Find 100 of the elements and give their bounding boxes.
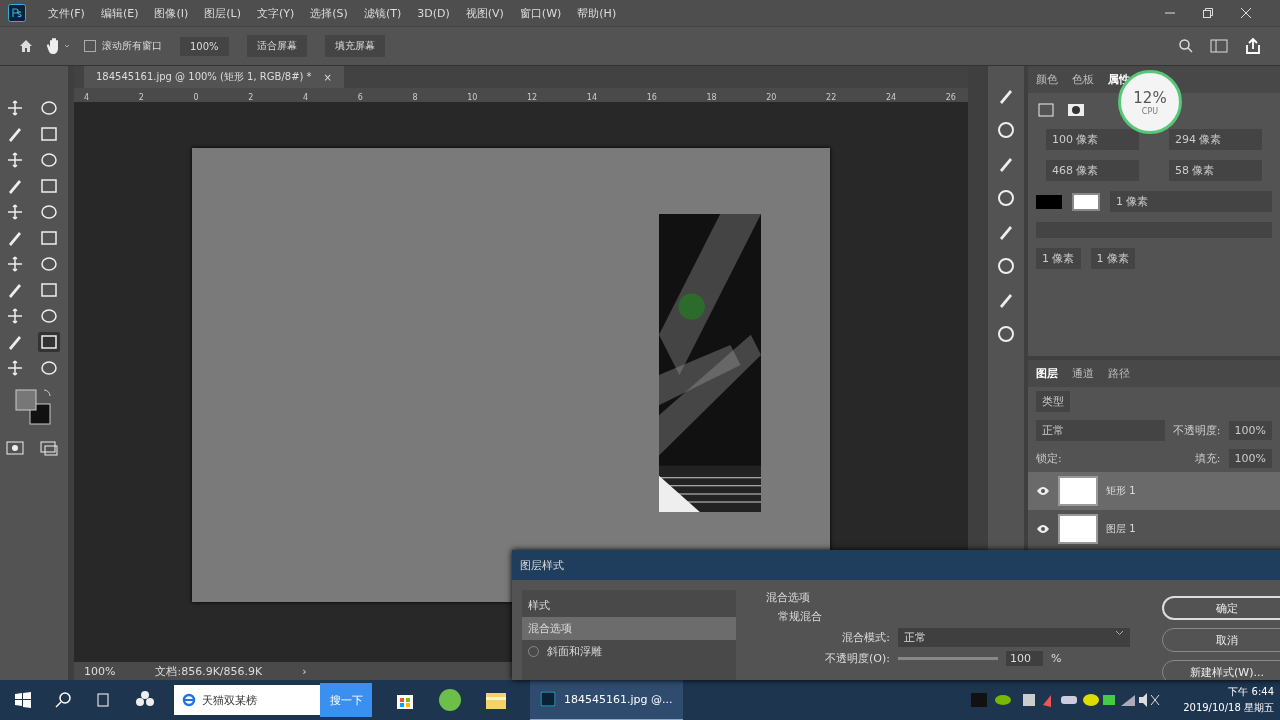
opacity-slider[interactable]: [898, 657, 998, 660]
document-tab[interactable]: 184545161.jpg @ 100% (矩形 1, RGB/8#) * ×: [84, 66, 344, 88]
corner-radius-field[interactable]: 1 像素: [1090, 248, 1135, 269]
scroll-all-checkbox[interactable]: 滚动所有窗口: [84, 39, 162, 53]
circle-app-icon[interactable]: [438, 688, 462, 712]
browser-icon: [182, 693, 196, 707]
tool-icon[interactable]: [38, 332, 60, 352]
dimension-field[interactable]: 468 像素: [1046, 160, 1139, 181]
status-arrow[interactable]: ›: [302, 664, 307, 678]
ruler-number: 12: [526, 93, 538, 102]
opacity-field[interactable]: 100%: [1228, 421, 1272, 440]
option-button[interactable]: 适合屏幕: [246, 35, 307, 57]
share-icon[interactable]: [1244, 37, 1262, 55]
panel-icon[interactable]: [996, 324, 1016, 344]
menu-item[interactable]: 文件(F): [42, 5, 91, 21]
subsection-title: 常规混合: [777, 609, 822, 624]
taskbar-app-button[interactable]: 184545161.jpg @...: [530, 679, 683, 720]
taskbar-search-field[interactable]: 天猫双某榜: [174, 685, 320, 715]
stroke-width-field[interactable]: 1 像素: [1110, 191, 1272, 212]
opacity-field[interactable]: 100: [1006, 651, 1043, 666]
corner-radius-field[interactable]: 1 像素: [1036, 248, 1081, 269]
clock-date[interactable]: 2019/10/18 星期五: [1183, 701, 1274, 715]
layer-filter-field[interactable]: 类型: [1036, 391, 1070, 412]
workspace-icon[interactable]: [1210, 38, 1228, 54]
dialog-button[interactable]: 新建样式(W)...: [1162, 660, 1280, 680]
panel-tab[interactable]: 颜色: [1036, 72, 1058, 87]
tool-icon[interactable]: [38, 306, 60, 326]
panel-tab[interactable]: 色板: [1072, 72, 1094, 87]
quick-mask-icon[interactable]: [4, 438, 26, 458]
tool-icon[interactable]: [38, 358, 60, 378]
tool-icon[interactable]: [38, 124, 60, 144]
lock-label: 锁定:: [1036, 451, 1062, 466]
search-icon[interactable]: [54, 691, 72, 709]
dimension-field[interactable]: 294 像素: [1169, 129, 1262, 150]
ruler-number: 10: [467, 93, 478, 102]
app-logo-icon[interactable]: [8, 4, 26, 22]
panel-tab[interactable]: 路径: [1108, 366, 1130, 381]
tool-icon[interactable]: [38, 280, 60, 300]
style-list-item[interactable]: 混合选项: [522, 617, 736, 640]
menu-item[interactable]: 视图(V): [459, 5, 510, 21]
search-button[interactable]: 搜一下: [320, 683, 372, 717]
cpu-label: CPU: [1141, 106, 1159, 116]
eye-icon[interactable]: [1036, 486, 1050, 496]
search-icon[interactable]: [1178, 38, 1194, 54]
home-icon[interactable]: [18, 38, 34, 54]
ruler-number: 26: [945, 93, 956, 102]
fill-field[interactable]: 100%: [1228, 449, 1272, 468]
stroke-swatch[interactable]: [1072, 192, 1100, 211]
panel-icon[interactable]: [996, 188, 1016, 208]
ruler-number: 4: [302, 93, 309, 102]
dimension-field[interactable]: 58 像素: [1169, 160, 1262, 181]
clock-time[interactable]: 下午 6:44: [1228, 685, 1274, 699]
tool-icon[interactable]: [38, 98, 60, 118]
close-icon[interactable]: [1240, 7, 1252, 19]
dialog-button[interactable]: 确定: [1162, 596, 1280, 620]
opacity-label: 不透明度(O):: [824, 651, 890, 666]
transform-icon[interactable]: [1036, 101, 1056, 119]
screen-mode-icon[interactable]: [38, 438, 60, 458]
zoom-level: 100%: [84, 664, 116, 678]
layer-row[interactable]: 矩形 1: [1028, 472, 1280, 510]
tool-icon[interactable]: [38, 202, 60, 222]
panel-tab[interactable]: 通道: [1072, 366, 1094, 381]
panel-tab[interactable]: 图层: [1036, 366, 1058, 381]
menu-item[interactable]: 图像(I): [148, 5, 195, 21]
dialog-button[interactable]: 取消: [1162, 628, 1280, 652]
blend-mode-dropdown[interactable]: 正常: [1036, 420, 1165, 441]
dimension-field[interactable]: 100 像素: [1046, 129, 1139, 150]
menu-item[interactable]: 选择(S): [304, 5, 354, 21]
hand-icon[interactable]: [46, 37, 72, 55]
eye-icon[interactable]: [1036, 524, 1050, 534]
option-button[interactable]: 100%: [180, 36, 229, 56]
ruler-number: 4: [84, 93, 90, 102]
menu-item[interactable]: 滤镜(T): [357, 5, 408, 21]
restore-icon[interactable]: [1202, 7, 1214, 19]
tool-icon[interactable]: [38, 176, 60, 196]
style-list-item[interactable]: 样式: [522, 594, 736, 617]
tool-icon[interactable]: [38, 254, 60, 274]
fill-swatch[interactable]: [1036, 194, 1062, 209]
style-list-item[interactable]: 斜面和浮雕: [522, 640, 736, 663]
start-icon[interactable]: [14, 691, 32, 709]
tool-icon[interactable]: [38, 150, 60, 170]
menu-item[interactable]: 图层(L): [198, 5, 247, 21]
blend-mode-dropdown[interactable]: 正常: [898, 628, 1130, 647]
menu-item[interactable]: 编辑(E): [94, 5, 145, 21]
tool-icon[interactable]: [38, 228, 60, 248]
menu-item[interactable]: 帮助(H): [571, 5, 623, 21]
panel-icon[interactable]: [996, 120, 1016, 140]
menu-item[interactable]: 窗口(W): [513, 5, 568, 21]
panel-icon[interactable]: [996, 256, 1016, 276]
task-view-icon[interactable]: [94, 691, 112, 709]
layer-row[interactable]: 图层 1: [1028, 510, 1280, 548]
menu-item[interactable]: 3D(D): [411, 6, 456, 20]
mask-icon[interactable]: [1066, 101, 1086, 119]
ruler-number: 18: [706, 93, 717, 102]
section-title: 混合选项: [766, 590, 810, 605]
ruler-number: 22: [826, 93, 837, 102]
option-button[interactable]: 填充屏幕: [324, 35, 385, 57]
cpu-percent: 12%: [1133, 88, 1167, 107]
menu-item[interactable]: 文字(Y): [251, 5, 301, 21]
caret-icon: [1115, 630, 1124, 636]
